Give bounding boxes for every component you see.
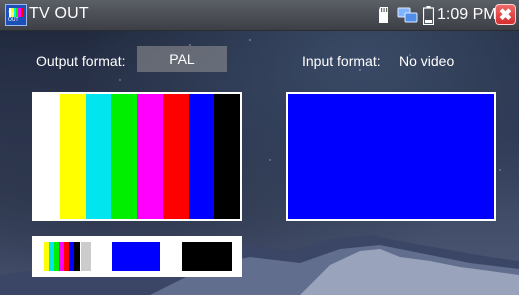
output-format-label: Output format: bbox=[36, 53, 126, 69]
close-button[interactable]: ✖ bbox=[495, 4, 516, 25]
title-bar: TV OUT TV OUT 1:09 PM ✖ bbox=[0, 0, 519, 31]
tv-out-screen: TV OUT TV OUT 1:09 PM ✖ Output format: P… bbox=[0, 0, 519, 295]
tv-out-app-icon: TV OUT bbox=[5, 4, 27, 26]
test-pattern-selector[interactable] bbox=[32, 236, 242, 277]
app-title: TV OUT bbox=[29, 5, 89, 22]
output-format-select[interactable]: PAL bbox=[137, 46, 227, 72]
input-format-label: Input format: bbox=[302, 53, 381, 69]
sd-card-icon bbox=[379, 7, 388, 23]
color-bar-5 bbox=[162, 94, 189, 219]
color-bar-1 bbox=[59, 94, 86, 219]
pattern-black bbox=[74, 242, 80, 271]
output-color-bars-preview bbox=[32, 92, 242, 221]
status-time: 1:09 PM bbox=[437, 6, 497, 23]
battery-icon bbox=[423, 6, 434, 25]
pattern-blue-screen bbox=[112, 242, 160, 271]
color-bar-6 bbox=[188, 94, 215, 219]
pattern-gap bbox=[81, 242, 91, 271]
pattern-black-screen bbox=[182, 242, 232, 271]
input-video-preview bbox=[286, 92, 496, 221]
color-bar-3 bbox=[111, 94, 137, 219]
color-bar-7 bbox=[214, 94, 240, 219]
color-bar-2 bbox=[85, 94, 112, 219]
color-bar-4 bbox=[137, 94, 163, 219]
input-format-value: No video bbox=[399, 53, 455, 69]
close-icon: ✖ bbox=[498, 7, 513, 24]
network-icon bbox=[397, 7, 418, 23]
color-bar-0 bbox=[34, 94, 60, 219]
